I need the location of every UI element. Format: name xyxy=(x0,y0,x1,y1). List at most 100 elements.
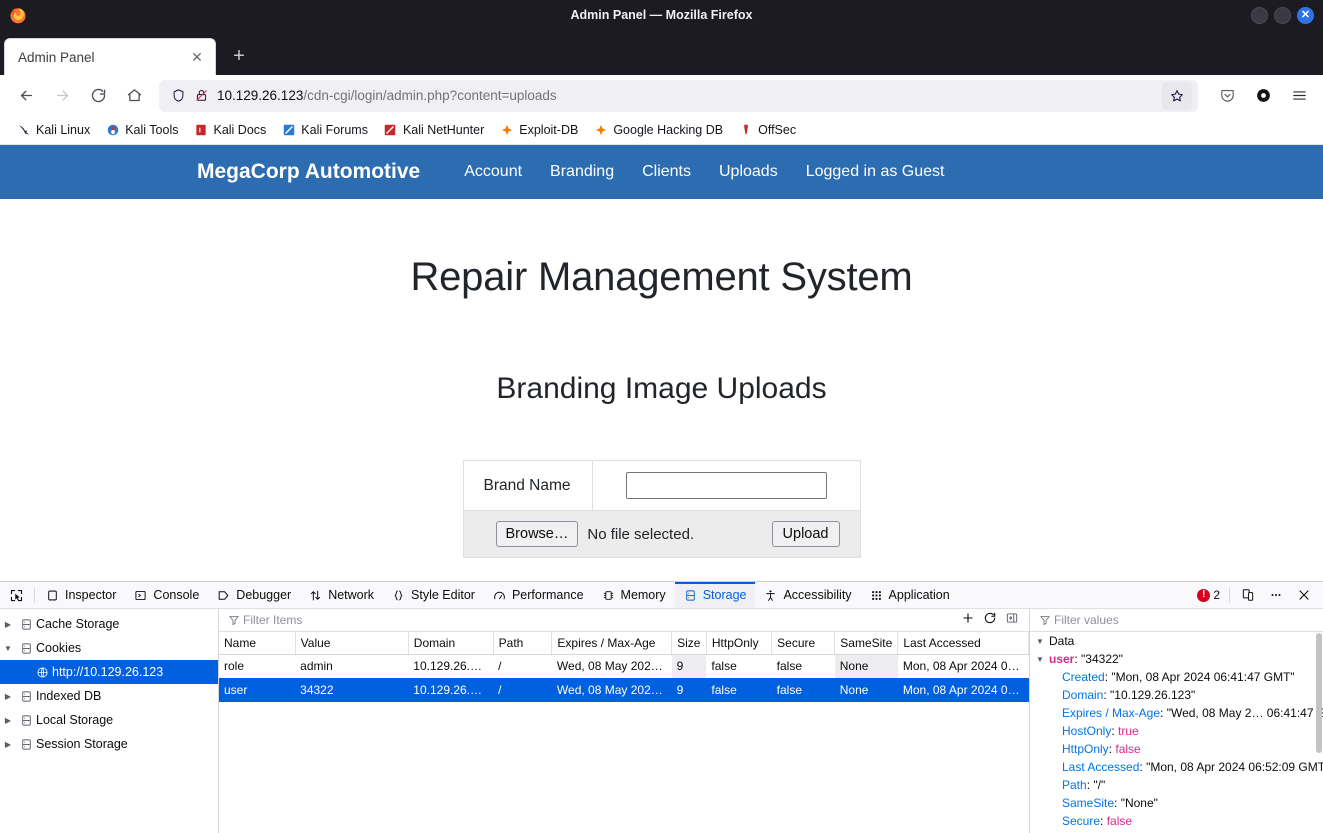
account-circle-icon[interactable] xyxy=(1248,81,1278,111)
tree-item-cache-storage[interactable]: ▶ Cache Storage xyxy=(0,612,218,636)
browse-button[interactable]: Browse… xyxy=(495,521,579,547)
chevron-down-icon[interactable]: ▼ xyxy=(1036,655,1049,664)
column-header-domain[interactable]: Domain xyxy=(408,632,494,655)
tab-console[interactable]: Console xyxy=(125,582,208,608)
url-text[interactable]: 10.129.26.123/cdn-cgi/login/admin.php?co… xyxy=(217,88,1154,103)
column-header-samesite[interactable]: SameSite xyxy=(834,632,899,655)
chevron-right-icon[interactable]: ▶ xyxy=(0,692,16,701)
nav-link-uploads[interactable]: Uploads xyxy=(719,163,778,181)
value-row-path[interactable]: Path: "/" xyxy=(1030,776,1323,794)
value-row-hostonly[interactable]: HostOnly: true xyxy=(1030,722,1323,740)
refresh-items-icon[interactable] xyxy=(983,611,997,630)
chevron-right-icon[interactable]: ▶ xyxy=(0,716,16,725)
table-row[interactable]: user 34322 10.129.26.123 / Wed, 08 May 2… xyxy=(219,678,1029,702)
close-tab-icon[interactable]: ✕ xyxy=(187,47,207,67)
tab-performance[interactable]: Performance xyxy=(484,582,593,608)
value-row-expires[interactable]: Expires / Max-Age: "Wed, 08 May 2… 06:41… xyxy=(1030,704,1323,722)
tree-item-cookie-host[interactable]: http://10.129.26.123 xyxy=(0,660,218,684)
chevron-right-icon[interactable]: ▶ xyxy=(0,740,16,749)
chevron-down-icon[interactable]: ▼ xyxy=(0,644,16,653)
tree-item-cookies[interactable]: ▼ Cookies xyxy=(0,636,218,660)
column-header-expires[interactable]: Expires / Max-Age xyxy=(551,632,673,655)
chevron-down-icon[interactable]: ▼ xyxy=(1036,637,1049,646)
bookmark-kali-docs[interactable]: Kali Docs xyxy=(187,120,272,141)
tab-memory[interactable]: Memory xyxy=(593,582,675,608)
pocket-save-icon[interactable] xyxy=(1212,81,1242,111)
value-data: "34322" xyxy=(1081,652,1123,666)
nav-link-account[interactable]: Account xyxy=(464,163,522,181)
column-header-value[interactable]: Value xyxy=(295,632,409,655)
responsive-design-mode-icon[interactable] xyxy=(1236,583,1260,607)
nav-link-logged-in-as-guest[interactable]: Logged in as Guest xyxy=(806,163,945,181)
insecure-lock-icon[interactable] xyxy=(194,88,209,103)
home-icon[interactable] xyxy=(117,80,151,112)
column-header-secure[interactable]: Secure xyxy=(771,632,836,655)
bookmark-offsec[interactable]: OffSec xyxy=(732,120,802,141)
cell-domain: 10.129.26.123 xyxy=(408,678,494,702)
column-header-last-accessed[interactable]: Last Accessed xyxy=(897,632,1029,655)
brand-name-input[interactable] xyxy=(625,472,827,499)
maximize-button[interactable] xyxy=(1274,6,1291,24)
element-picker-icon[interactable] xyxy=(0,582,32,608)
bookmark-google-hacking-db[interactable]: Google Hacking DB xyxy=(587,120,729,141)
more-options-icon[interactable] xyxy=(1264,583,1288,607)
reload-icon[interactable] xyxy=(81,80,115,112)
site-navbar: MegaCorp Automotive Account Branding Cli… xyxy=(0,145,1323,199)
column-header-size[interactable]: Size xyxy=(671,632,707,655)
value-row-last-accessed[interactable]: Last Accessed: "Mon, 08 Apr 2024 06:52:0… xyxy=(1030,758,1323,776)
close-window-button[interactable]: ✕ xyxy=(1297,6,1314,24)
values-filter-placeholder[interactable]: Filter values xyxy=(1054,613,1119,627)
exploit-db-icon xyxy=(499,123,514,138)
storage-tree: ▶ Cache Storage ▼ Cookies http://10.129.… xyxy=(0,609,219,833)
column-header-httponly[interactable]: HttpOnly xyxy=(706,632,773,655)
tab-debugger[interactable]: Debugger xyxy=(208,582,300,608)
hamburger-menu-icon[interactable] xyxy=(1284,81,1314,111)
nav-link-branding[interactable]: Branding xyxy=(550,163,614,181)
bookmark-kali-nethunter[interactable]: Kali NetHunter xyxy=(377,120,490,141)
tab-style-editor[interactable]: Style Editor xyxy=(383,582,484,608)
table-row[interactable]: role admin 10.129.26.123 / Wed, 08 May 2… xyxy=(219,654,1029,678)
bookmark-kali-tools[interactable]: Kali Tools xyxy=(99,120,184,141)
toggle-sidebar-icon[interactable] xyxy=(1005,611,1019,630)
column-header-name[interactable]: Name xyxy=(219,632,296,655)
value-row-created[interactable]: Created: "Mon, 08 Apr 2024 06:41:47 GMT" xyxy=(1030,668,1323,686)
tree-item-local-storage[interactable]: ▶ Local Storage xyxy=(0,708,218,732)
sidebar-scrollbar[interactable] xyxy=(1316,633,1322,831)
tree-item-session-storage[interactable]: ▶ Session Storage xyxy=(0,732,218,756)
tree-item-indexed-db[interactable]: ▶ Indexed DB xyxy=(0,684,218,708)
bookmark-star-icon[interactable] xyxy=(1162,81,1192,110)
add-item-icon[interactable] xyxy=(961,611,975,630)
new-tab-button[interactable]: + xyxy=(224,41,254,71)
tab-application[interactable]: Application xyxy=(861,582,959,608)
value-row-samesite[interactable]: SameSite: "None" xyxy=(1030,794,1323,812)
inspector-icon xyxy=(46,589,59,602)
items-filter-placeholder[interactable]: Filter Items xyxy=(243,613,302,627)
value-row-secure[interactable]: Secure: false xyxy=(1030,812,1323,830)
url-bar[interactable]: 10.129.26.123/cdn-cgi/login/admin.php?co… xyxy=(159,79,1198,112)
value-row-cookie[interactable]: ▼ user: "34322" xyxy=(1030,650,1323,668)
bookmark-kali-linux[interactable]: Kali Linux xyxy=(10,120,96,141)
bookmark-kali-forums[interactable]: Kali Forums xyxy=(275,120,374,141)
tab-network[interactable]: Network xyxy=(300,582,383,608)
minimize-button[interactable] xyxy=(1251,6,1268,24)
browser-tab[interactable]: Admin Panel ✕ xyxy=(4,38,216,75)
value-row-httponly[interactable]: HttpOnly: false xyxy=(1030,740,1323,758)
tree-item-label: Cache Storage xyxy=(36,617,120,631)
nav-link-clients[interactable]: Clients xyxy=(642,163,691,181)
upload-button[interactable]: Upload xyxy=(771,521,840,547)
value-section-data[interactable]: ▼ Data xyxy=(1030,632,1323,650)
navigation-toolbar: 10.129.26.123/cdn-cgi/login/admin.php?co… xyxy=(0,75,1323,116)
value-row-domain[interactable]: Domain: "10.129.26.123" xyxy=(1030,686,1323,704)
error-count-badge[interactable]: ! 2 xyxy=(1194,588,1223,602)
tab-inspector[interactable]: Inspector xyxy=(37,582,125,608)
back-arrow-icon[interactable] xyxy=(9,80,43,112)
tab-accessibility[interactable]: Accessibility xyxy=(755,582,860,608)
tab-storage[interactable]: Storage xyxy=(674,582,756,608)
column-header-path[interactable]: Path xyxy=(493,632,553,655)
site-brand[interactable]: MegaCorp Automotive xyxy=(197,160,420,184)
forward-arrow-icon[interactable] xyxy=(45,80,79,112)
shield-icon[interactable] xyxy=(171,88,186,103)
bookmark-exploit-db[interactable]: Exploit-DB xyxy=(493,120,584,141)
close-devtools-icon[interactable] xyxy=(1292,583,1316,607)
chevron-right-icon[interactable]: ▶ xyxy=(0,620,16,629)
